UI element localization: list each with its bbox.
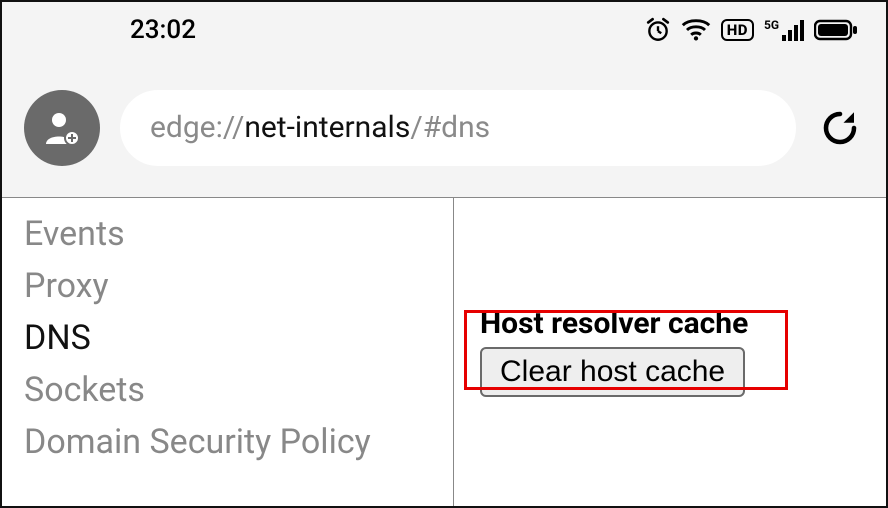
- main-panel: Host resolver cache Clear host cache: [454, 198, 886, 506]
- alarm-icon: [645, 17, 671, 43]
- status-time: 23:02: [130, 15, 196, 45]
- url-host: net-internals: [244, 110, 410, 145]
- section-title: Host resolver cache: [480, 306, 864, 341]
- status-icons: HD 5G: [645, 17, 858, 43]
- sidebar-item-events[interactable]: Events: [24, 208, 453, 260]
- person-add-icon: [42, 108, 82, 148]
- svg-text:5G: 5G: [764, 18, 779, 32]
- battery-icon: [814, 19, 858, 41]
- signal-5g-icon: 5G: [764, 17, 804, 43]
- address-bar[interactable]: edge://net-internals/#dns: [120, 90, 796, 166]
- status-bar: 23:02 HD 5G: [2, 2, 886, 58]
- url-scheme: edge://: [150, 110, 244, 145]
- wifi-icon: [681, 18, 711, 42]
- profile-button[interactable]: [24, 90, 100, 166]
- sidebar-item-sockets[interactable]: Sockets: [24, 364, 453, 416]
- browser-bar: edge://net-internals/#dns: [2, 58, 886, 198]
- sidebar-item-domain-security-policy[interactable]: Domain Security Policy: [24, 416, 453, 468]
- reload-button[interactable]: [816, 104, 864, 152]
- clear-host-cache-button[interactable]: Clear host cache: [480, 347, 745, 397]
- sidebar-item-proxy[interactable]: Proxy: [24, 260, 453, 312]
- reload-icon: [819, 107, 861, 149]
- sidebar: Events Proxy DNS Sockets Domain Security…: [2, 198, 454, 506]
- url-path: /#dns: [410, 110, 490, 145]
- hd-icon: HD: [721, 19, 754, 41]
- sidebar-item-dns[interactable]: DNS: [24, 312, 453, 364]
